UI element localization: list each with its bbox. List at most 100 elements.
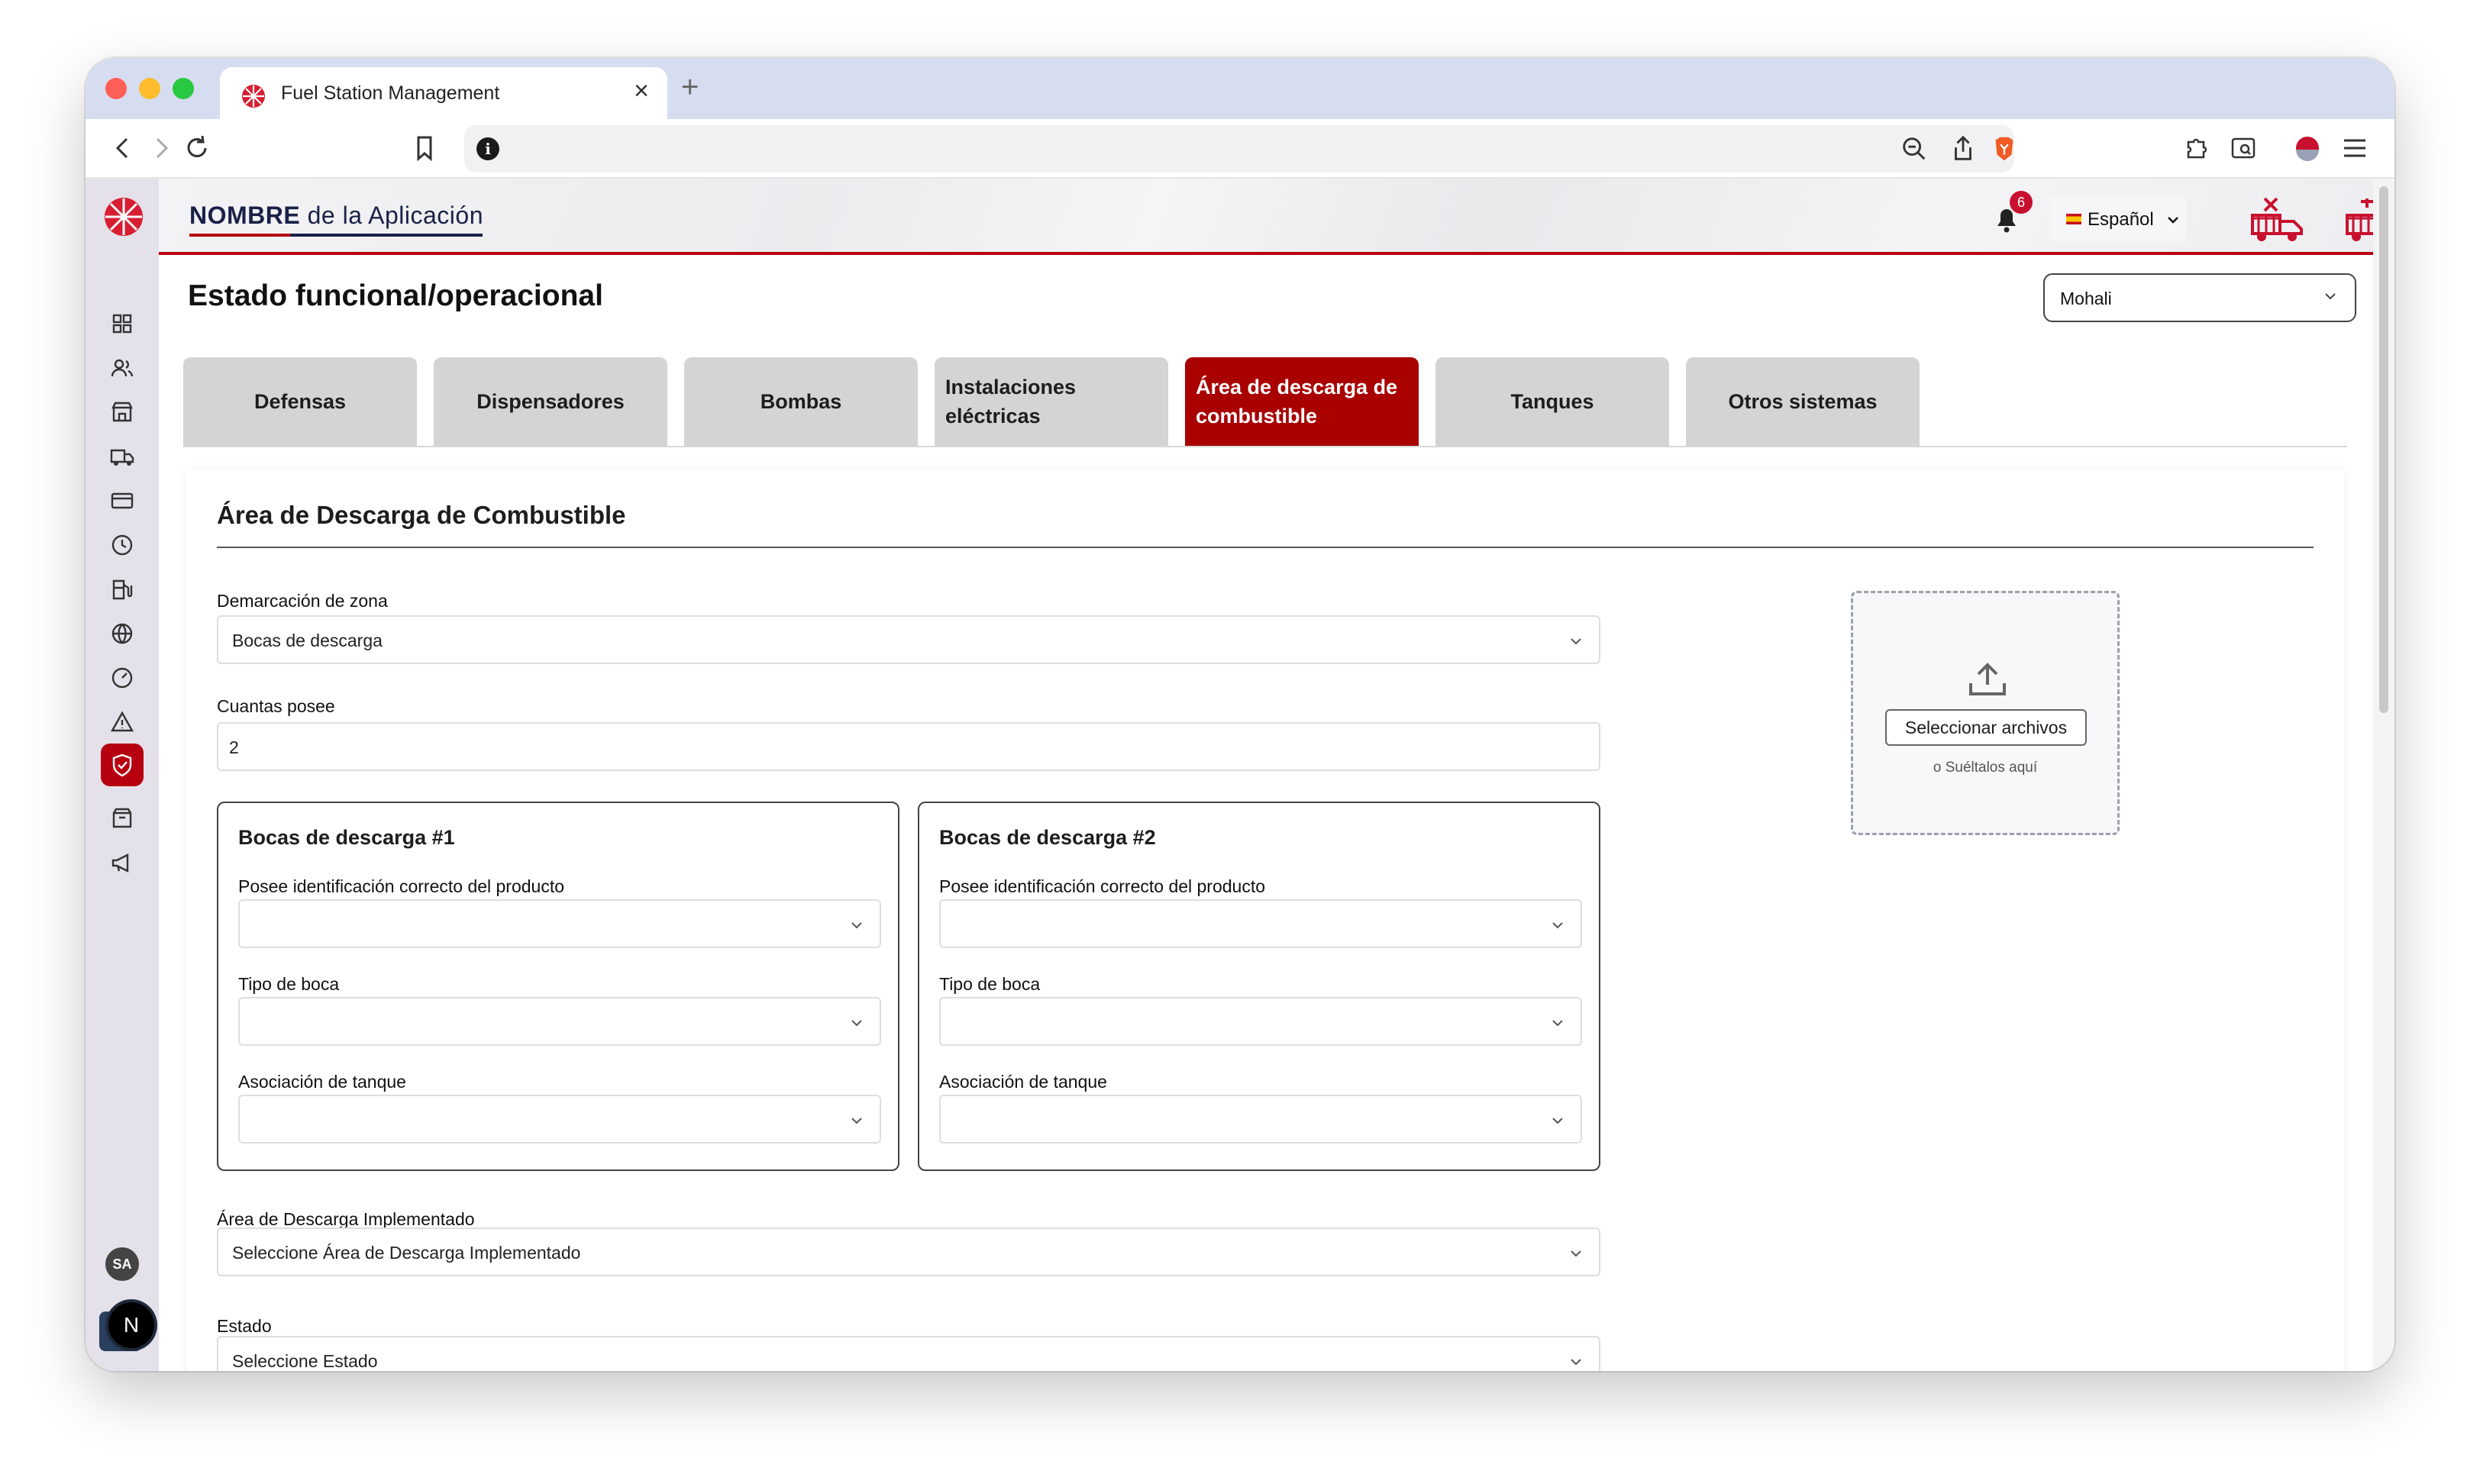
next-devtools-badge[interactable]: N — [108, 1302, 154, 1348]
megaphone-icon[interactable] — [107, 847, 137, 878]
zoom-window-button[interactable] — [173, 78, 194, 99]
chevron-down-icon — [1571, 1250, 1581, 1257]
extensions-icon[interactable] — [2181, 133, 2211, 163]
identificacion-select[interactable] — [238, 899, 881, 948]
browser-toolbar: i — [86, 119, 2394, 179]
chevron-down-icon — [1552, 1020, 1563, 1027]
bookmark-icon[interactable] — [409, 133, 440, 163]
tab-defensas[interactable]: Defensas — [183, 357, 417, 446]
app-logo-icon[interactable] — [104, 197, 144, 237]
minimize-window-button[interactable] — [139, 78, 160, 99]
tipo-boca-label: Tipo de boca — [238, 974, 340, 994]
estado-placeholder: Seleccione Estado — [232, 1351, 378, 1371]
form-card: Área de Descarga de Combustible Demarcac… — [186, 470, 2344, 1371]
site-select-value: Mohali — [2060, 289, 2112, 308]
tab-otros-sistemas[interactable]: Otros sistemas — [1686, 357, 1920, 446]
tipo-boca-label: Tipo de boca — [939, 974, 1041, 994]
tab-tanques[interactable]: Tanques — [1435, 357, 1669, 446]
site-select[interactable]: Mohali — [2043, 273, 2356, 322]
card-icon[interactable] — [107, 486, 137, 516]
fuel-truck-icon-alt[interactable] — [2344, 195, 2373, 246]
tanque-select[interactable] — [238, 1095, 881, 1144]
chevron-down-icon — [1571, 1359, 1581, 1366]
implementado-select[interactable]: Seleccione Área de Descarga Implementado — [217, 1228, 1600, 1276]
package-icon[interactable] — [107, 803, 137, 834]
cuantas-input[interactable]: 2 — [217, 722, 1600, 771]
chevron-down-icon — [2325, 293, 2336, 300]
language-selector[interactable]: Español — [2049, 197, 2187, 241]
reload-icon[interactable] — [182, 133, 212, 163]
user-avatar[interactable]: SA — [105, 1247, 139, 1281]
drop-hint: o Suéltalos aquí — [1933, 760, 2038, 776]
page-scrollbar[interactable] — [2373, 179, 2394, 1371]
browser-tab-active[interactable]: Fuel Station Management × — [220, 67, 667, 119]
reader-mode-icon[interactable] — [2228, 133, 2259, 163]
app-logo-icon — [242, 85, 265, 108]
clock-icon[interactable] — [107, 530, 137, 560]
app-name: NOMBRE de la Aplicación — [189, 202, 483, 229]
close-window-button[interactable] — [105, 78, 127, 99]
boca-card-title: Bocas de descarga #1 — [238, 826, 455, 849]
chevron-down-icon — [851, 1118, 862, 1124]
app-name-underline-accent — [189, 234, 290, 237]
app-header: NOMBRE de la Aplicación 6 Español — [159, 179, 2373, 255]
chevron-down-icon — [1571, 638, 1581, 645]
chevron-down-icon — [2168, 217, 2178, 224]
section-tabs: Defensas Dispensadores Bombas Instalacio… — [183, 357, 2347, 447]
users-icon[interactable] — [107, 353, 137, 383]
truck-icon[interactable] — [107, 441, 137, 472]
tab-close-icon[interactable]: × — [634, 78, 649, 104]
scrollbar-thumb[interactable] — [2379, 186, 2388, 713]
boca-card-2: Bocas de descarga #2 Posee identificació… — [918, 802, 1600, 1171]
site-info-icon[interactable]: i — [476, 137, 499, 160]
warning-icon[interactable] — [107, 707, 137, 737]
identificacion-label: Posee identificación correcto del produc… — [939, 876, 1266, 896]
tipo-boca-select[interactable] — [238, 997, 881, 1046]
divider — [217, 547, 2314, 548]
share-icon[interactable] — [1949, 134, 1978, 163]
tab-area-descarga[interactable]: Área de descarga de combustible — [1185, 357, 1419, 446]
tab-dispensadores[interactable]: Dispensadores — [434, 357, 667, 446]
browser-window: Fuel Station Management × + i SA N NOMBR… — [86, 58, 2394, 1371]
cuantas-label: Cuantas posee — [217, 696, 335, 716]
sidebar-item-operational-status[interactable] — [101, 744, 144, 786]
shield-check-icon — [112, 753, 132, 777]
notification-count-badge: 6 — [2010, 191, 2033, 214]
address-bar[interactable]: i — [464, 125, 2014, 173]
profile-icon[interactable] — [2292, 133, 2323, 163]
dashboard-icon[interactable] — [107, 308, 137, 339]
tipo-boca-select[interactable] — [939, 997, 1582, 1046]
new-tab-icon[interactable]: + — [681, 72, 699, 102]
cuantas-value: 2 — [229, 737, 239, 757]
tanque-label: Asociación de tanque — [939, 1072, 1107, 1092]
globe-icon[interactable] — [107, 618, 137, 649]
select-files-button[interactable]: Seleccionar archivos — [1885, 709, 2087, 746]
zona-select[interactable]: Bocas de descarga — [217, 615, 1600, 664]
file-dropzone[interactable]: Seleccionar archivos o Suéltalos aquí — [1851, 591, 2120, 835]
estado-select[interactable]: Seleccione Estado — [217, 1336, 1600, 1371]
gauge-icon[interactable] — [107, 663, 137, 693]
app-root: SA N NOMBRE de la Aplicación 6 Español E… — [86, 179, 2373, 1371]
tab-instalaciones-electricas[interactable]: Instalaciones eléctricas — [935, 357, 1168, 446]
fuel-pump-icon[interactable] — [107, 574, 137, 605]
identificacion-label: Posee identificación correcto del produc… — [238, 876, 565, 896]
page-title: Estado funcional/operacional — [188, 279, 603, 312]
fuel-truck-icon[interactable] — [2249, 195, 2307, 246]
chevron-down-icon — [1552, 922, 1563, 929]
tab-title: Fuel Station Management — [281, 82, 500, 104]
zona-label: Demarcación de zona — [217, 591, 388, 611]
tanque-select[interactable] — [939, 1095, 1582, 1144]
implementado-placeholder: Seleccione Área de Descarga Implementado — [232, 1243, 581, 1263]
zoom-out-icon[interactable] — [1900, 134, 1929, 163]
brave-shield-icon[interactable] — [1990, 134, 2019, 163]
boca-card-title: Bocas de descarga #2 — [939, 826, 1156, 849]
store-icon[interactable] — [107, 397, 137, 427]
tab-bombas[interactable]: Bombas — [684, 357, 918, 446]
identificacion-select[interactable] — [939, 899, 1582, 948]
menu-icon[interactable] — [2340, 133, 2370, 163]
boca-card-1: Bocas de descarga #1 Posee identificació… — [217, 802, 899, 1171]
forward-icon[interactable] — [145, 133, 176, 163]
zona-value: Bocas de descarga — [232, 631, 383, 650]
back-icon[interactable] — [108, 133, 139, 163]
upload-icon — [1969, 663, 2006, 695]
